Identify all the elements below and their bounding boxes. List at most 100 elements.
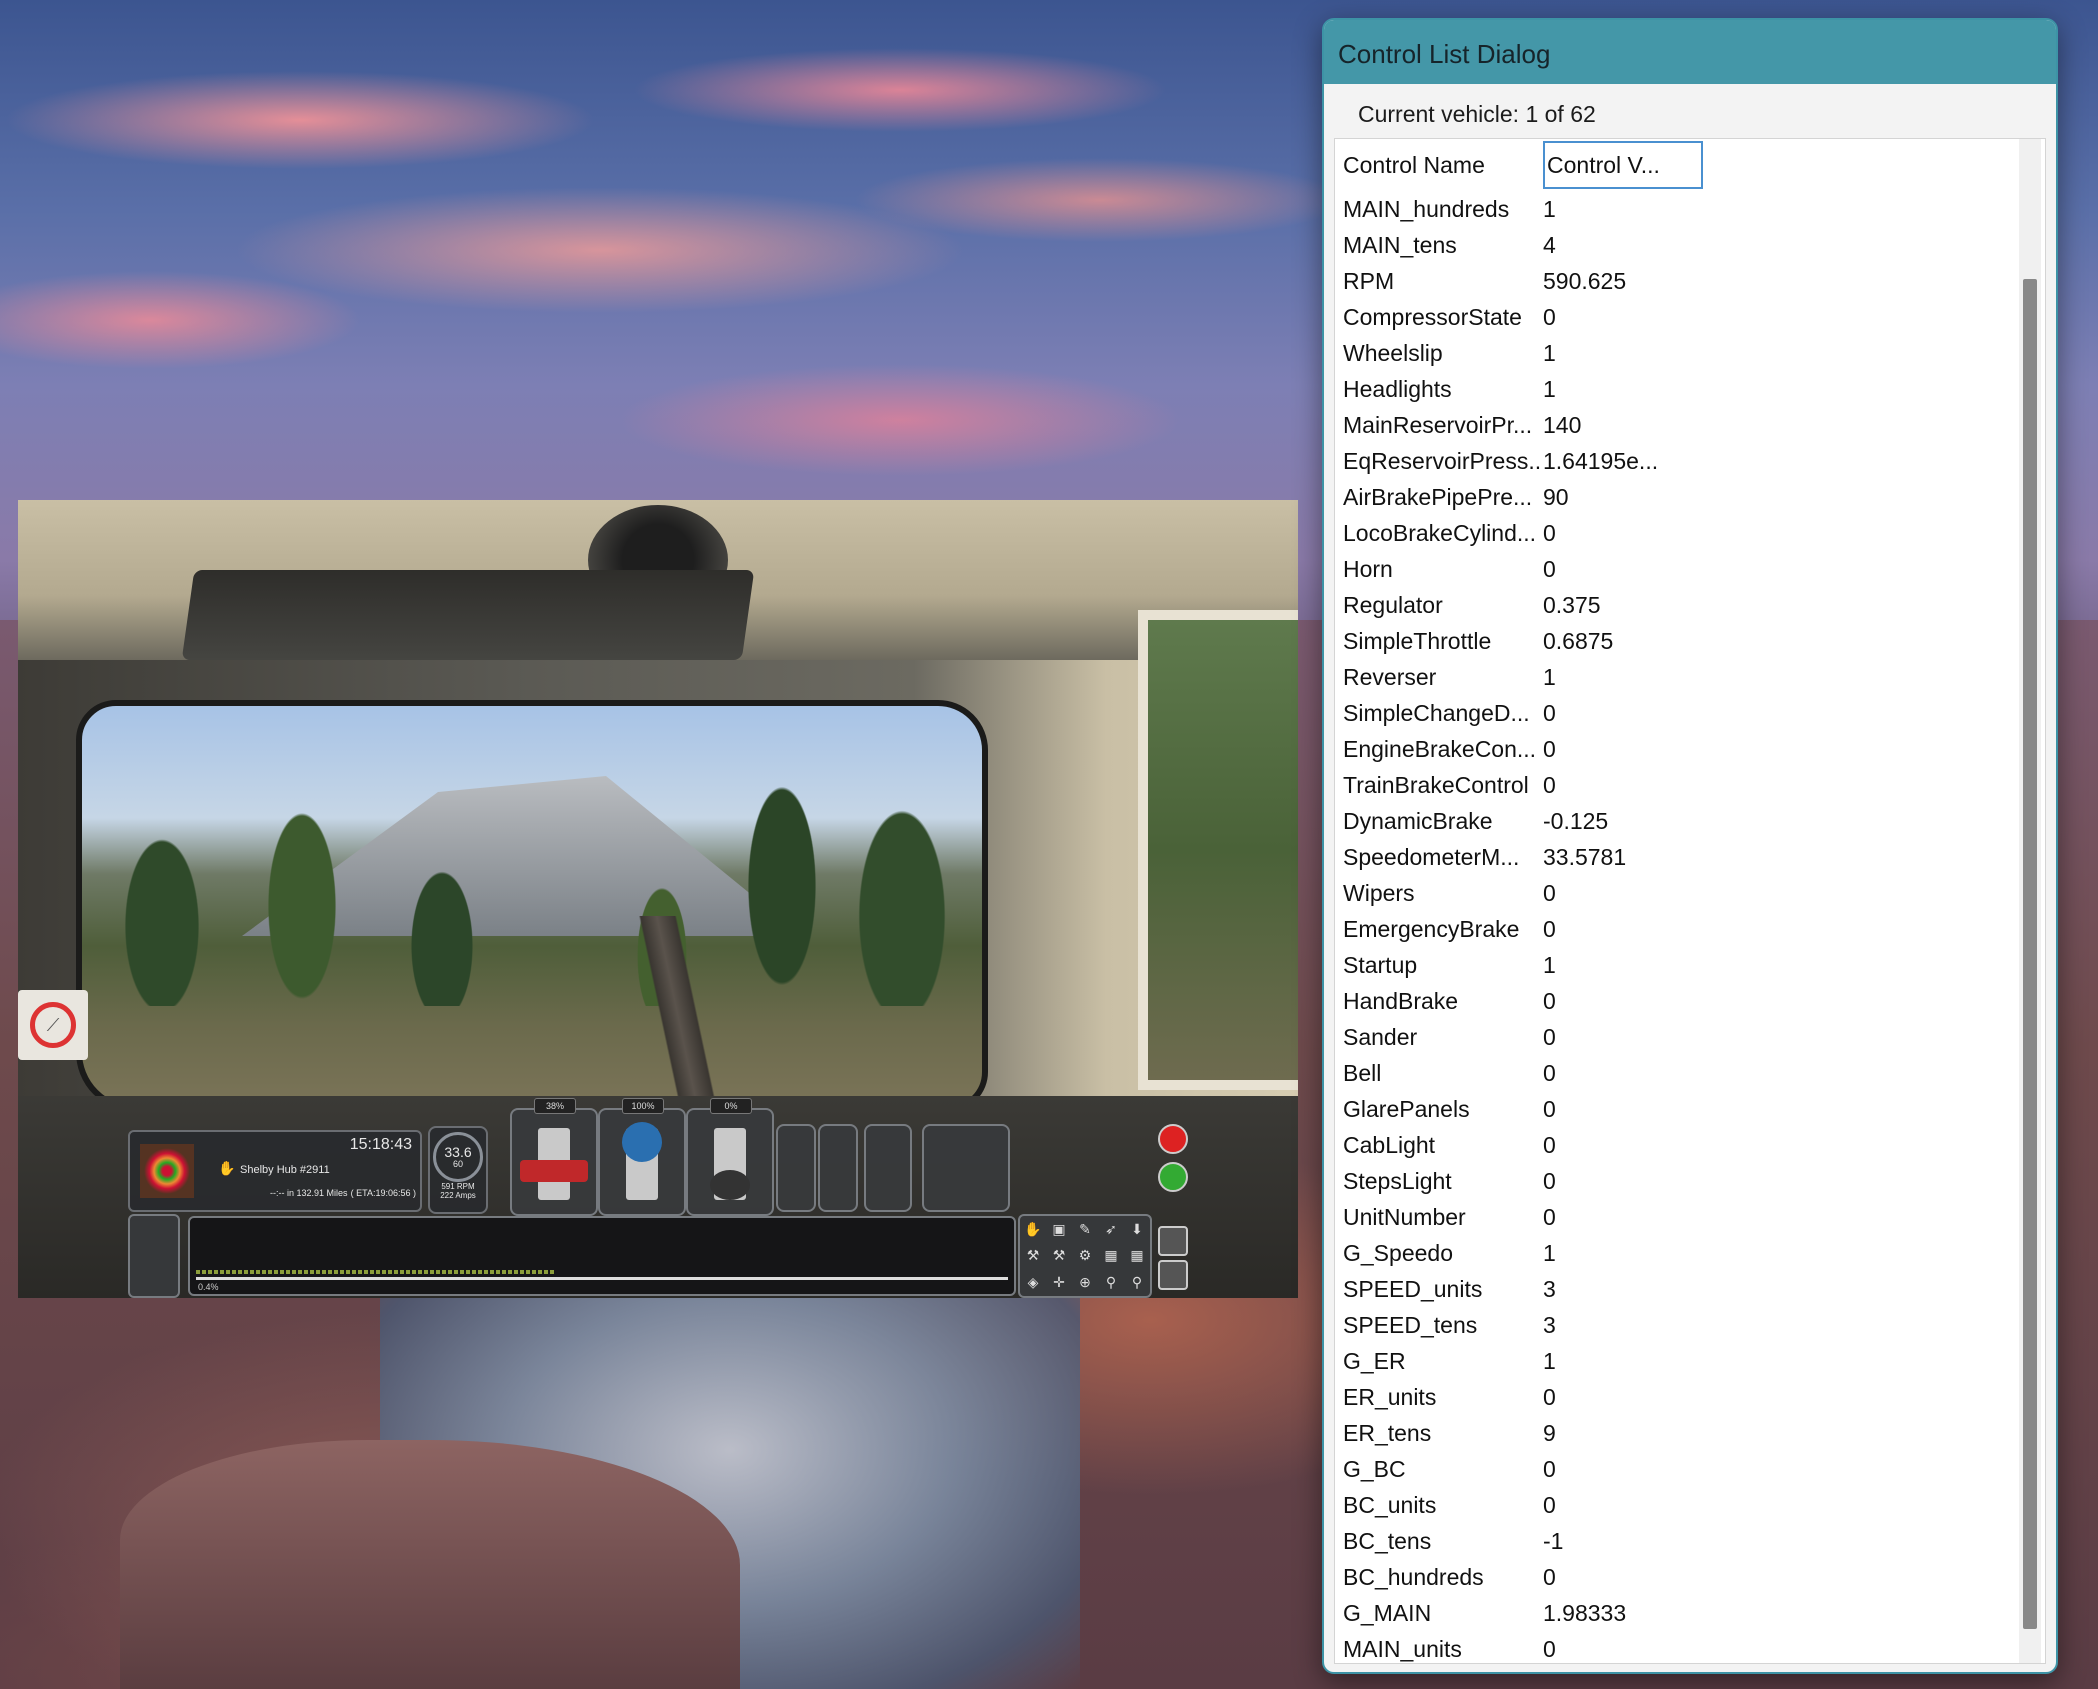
list-item[interactable]: Regulator 0.375	[1335, 587, 2015, 623]
list-item[interactable]: SimpleThrottle 0.6875	[1335, 623, 2015, 659]
list-item[interactable]: DynamicBrake -0.125	[1335, 803, 2015, 839]
list-item[interactable]: EqReservoirPress... 1.64195e...	[1335, 443, 2015, 479]
vertical-scrollbar[interactable]	[2019, 139, 2041, 1663]
train-sim-window[interactable]: ⟋ 15:18:43 ✋ Shelby Hub #2911 --:-- in 1…	[18, 500, 1298, 1298]
list-item[interactable]: G_ER 1	[1335, 1343, 2015, 1379]
tool-icon[interactable]: ⚒	[1020, 1247, 1046, 1264]
list-item[interactable]: GlarePanels 0	[1335, 1091, 2015, 1127]
tool-icon[interactable]: ⚲	[1124, 1274, 1150, 1291]
green-key-icon[interactable]	[1158, 1162, 1188, 1192]
list-item[interactable]: SpeedometerM... 33.5781	[1335, 839, 2015, 875]
list-item[interactable]: G_BC 0	[1335, 1451, 2015, 1487]
control-value: 1	[1543, 376, 1556, 402]
tool-icon[interactable]: ✎	[1072, 1221, 1098, 1238]
list-item[interactable]: SPEED_units 3	[1335, 1271, 2015, 1307]
tool-icon[interactable]: ⚒	[1046, 1247, 1072, 1264]
control-name: SimpleThrottle	[1343, 628, 1492, 654]
control-value: 0	[1543, 1492, 1556, 1518]
pause-icon[interactable]	[1158, 1226, 1188, 1256]
tool-icon[interactable]: ⬇	[1124, 1221, 1150, 1238]
scrollbar-thumb[interactable]	[2023, 279, 2037, 1629]
windshield-view	[76, 700, 988, 1112]
list-item[interactable]: StepsLight 0	[1335, 1163, 2015, 1199]
distance-value: in 132.91 Miles	[287, 1188, 348, 1198]
list-item[interactable]: G_MAIN 1.98333	[1335, 1595, 2015, 1631]
tool-icon[interactable]: ▣	[1046, 1221, 1072, 1238]
distance-label: --:-- in 132.91 Miles	[270, 1188, 348, 1198]
no-smoking-icon: ⟋	[18, 990, 88, 1060]
red-alarm-icon[interactable]	[1158, 1124, 1188, 1154]
speed-ring: 33.6 60	[433, 1132, 483, 1182]
list-item[interactable]: Bell 0	[1335, 1055, 2015, 1091]
list-item[interactable]: Reverser 1	[1335, 659, 2015, 695]
lights-buttons[interactable]	[922, 1124, 1010, 1212]
tool-icon[interactable]: ⚙	[1072, 1247, 1098, 1264]
side-tools[interactable]	[128, 1214, 180, 1298]
tool-icon[interactable]: ◈	[1020, 1274, 1046, 1291]
list-item[interactable]: ER_units 0	[1335, 1379, 2015, 1415]
brake-handle[interactable]	[710, 1170, 750, 1200]
side-window	[1138, 610, 1298, 1090]
camera-icon[interactable]	[1158, 1260, 1188, 1290]
control-list-dialog[interactable]: Control List Dialog Current vehicle: 1 o…	[1322, 18, 2058, 1674]
list-item[interactable]: UnitNumber 0	[1335, 1199, 2015, 1235]
control-value: -0.125	[1543, 808, 1609, 834]
throttle-lever[interactable]: 38%	[510, 1098, 598, 1216]
list-item[interactable]: BC_units 0	[1335, 1487, 2015, 1523]
tool-icon[interactable]: ▦	[1124, 1247, 1150, 1264]
list-item[interactable]: Wipers 0	[1335, 875, 2015, 911]
brake-lever[interactable]: 0%	[686, 1098, 774, 1216]
list-item[interactable]: Sander 0	[1335, 1019, 2015, 1055]
list-item[interactable]: Horn 0	[1335, 551, 2015, 587]
dialog-title[interactable]: Control List Dialog	[1324, 20, 2056, 84]
tool-grid[interactable]: ✋ ▣ ✎ ➶ ⬇ ⚒ ⚒ ⚙ ▦ ▦ ◈ ✛ ⊕ ⚲ ⚲	[1018, 1214, 1152, 1298]
list-item[interactable]: CompressorState 0	[1335, 299, 2015, 335]
list-item[interactable]: AirBrakePipePre... 90	[1335, 479, 2015, 515]
list-item[interactable]: BC_hundreds 0	[1335, 1559, 2015, 1595]
horn-buttons[interactable]	[776, 1124, 816, 1212]
list-item[interactable]: MainReservoirPr... 140	[1335, 407, 2015, 443]
list-item[interactable]: G_Speedo 1	[1335, 1235, 2015, 1271]
list-item[interactable]: LocoBrakeCylind... 0	[1335, 515, 2015, 551]
list-item[interactable]: EmergencyBrake 0	[1335, 911, 2015, 947]
target-icon	[140, 1144, 194, 1198]
list-item[interactable]: Headlights 1	[1335, 371, 2015, 407]
column-header-value[interactable]: Control V...	[1543, 141, 1703, 189]
control-value: 0	[1543, 988, 1556, 1014]
fuel-icon	[864, 1124, 912, 1212]
list-item[interactable]: Startup 1	[1335, 947, 2015, 983]
tool-icon[interactable]: ▦	[1098, 1247, 1124, 1264]
control-value: 1	[1543, 196, 1556, 222]
list-item[interactable]: HandBrake 0	[1335, 983, 2015, 1019]
throttle-handle[interactable]	[520, 1160, 588, 1182]
control-name: EqReservoirPress...	[1343, 448, 1543, 474]
list-item[interactable]: ER_tens 9	[1335, 1415, 2015, 1451]
list-item[interactable]: SPEED_tens 3	[1335, 1307, 2015, 1343]
list-item[interactable]: MAIN_tens 4	[1335, 227, 2015, 263]
control-list[interactable]: Control Name Control V... MAIN_hundreds 1…	[1334, 138, 2046, 1664]
list-item[interactable]: MAIN_units 0	[1335, 1631, 2015, 1667]
control-value: 1	[1543, 340, 1556, 366]
column-header-name[interactable]: Control Name	[1335, 139, 1543, 191]
list-item[interactable]: RPM 590.625	[1335, 263, 2015, 299]
tool-icon[interactable]: ✛	[1046, 1274, 1072, 1291]
control-name: BC_hundreds	[1343, 1564, 1484, 1590]
tool-icon[interactable]: ✋	[1020, 1221, 1046, 1238]
list-item[interactable]: TrainBrakeControl 0	[1335, 767, 2015, 803]
gradient-dots	[196, 1270, 556, 1274]
control-name: Reverser	[1343, 664, 1437, 690]
reverser-lever[interactable]: 100%	[598, 1098, 686, 1216]
control-value: 0	[1543, 1060, 1556, 1086]
tool-icon[interactable]: ⚲	[1098, 1274, 1124, 1291]
tool-icon[interactable]: ➶	[1098, 1221, 1124, 1238]
list-item[interactable]: EngineBrakeCon... 0	[1335, 731, 2015, 767]
list-item[interactable]: SimpleChangeD... 0	[1335, 695, 2015, 731]
control-value: 0.375	[1543, 592, 1601, 618]
tool-icon[interactable]: ⊕	[1072, 1274, 1098, 1291]
control-name: Headlights	[1343, 376, 1452, 402]
list-item[interactable]: Wheelslip 1	[1335, 335, 2015, 371]
reverser-handle[interactable]	[622, 1122, 662, 1162]
list-item[interactable]: BC_tens -1	[1335, 1523, 2015, 1559]
list-item[interactable]: MAIN_hundreds 1	[1335, 191, 2015, 227]
list-item[interactable]: CabLight 0	[1335, 1127, 2015, 1163]
